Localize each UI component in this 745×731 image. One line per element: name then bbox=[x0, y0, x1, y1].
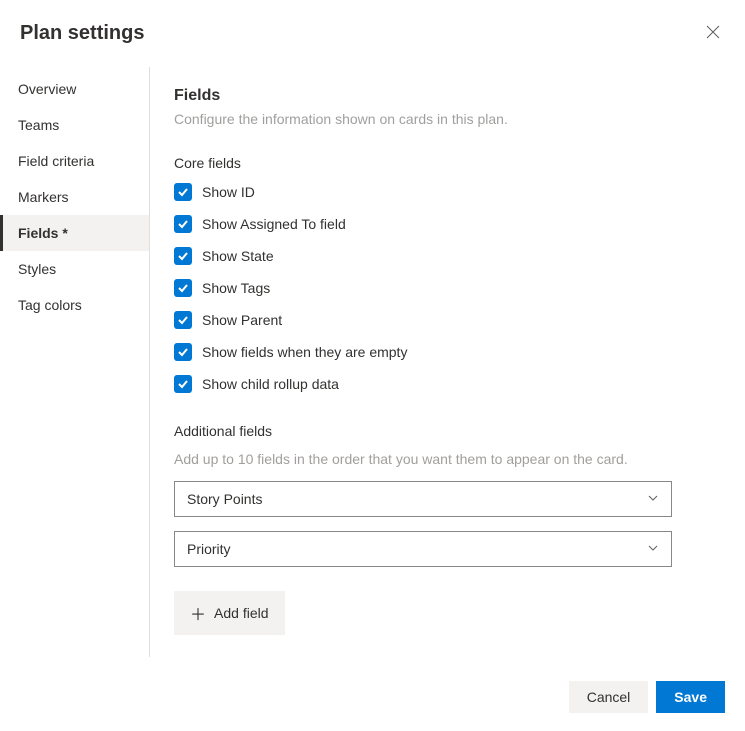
checkbox-show-assigned-to[interactable] bbox=[174, 215, 192, 233]
core-fields-title: Core fields bbox=[174, 155, 721, 171]
checkbox-show-id[interactable] bbox=[174, 183, 192, 201]
chevron-down-icon bbox=[647, 541, 659, 557]
additional-fields-desc: Add up to 10 fields in the order that yo… bbox=[174, 451, 721, 467]
section-title: Fields bbox=[174, 87, 721, 105]
sidebar-item-teams[interactable]: Teams bbox=[0, 107, 149, 143]
check-icon bbox=[177, 282, 189, 294]
check-icon bbox=[177, 250, 189, 262]
checkbox-label: Show Tags bbox=[202, 280, 270, 296]
add-field-button[interactable]: ＋ Add field bbox=[174, 591, 285, 635]
field-select-value: Story Points bbox=[187, 491, 262, 507]
sidebar-item-markers[interactable]: Markers bbox=[0, 179, 149, 215]
add-field-label: Add field bbox=[214, 605, 268, 621]
close-button[interactable] bbox=[701, 20, 725, 47]
check-icon bbox=[177, 186, 189, 198]
sidebar-item-fields[interactable]: Fields * bbox=[0, 215, 149, 251]
field-select-priority[interactable]: Priority bbox=[174, 531, 672, 567]
page-title: Plan settings bbox=[20, 22, 144, 45]
sidebar-item-tag-colors[interactable]: Tag colors bbox=[0, 287, 149, 323]
checkbox-show-child-rollup[interactable] bbox=[174, 375, 192, 393]
sidebar: Overview Teams Field criteria Markers Fi… bbox=[0, 67, 150, 657]
checkbox-show-state[interactable] bbox=[174, 247, 192, 265]
main-panel: Fields Configure the information shown o… bbox=[150, 67, 745, 657]
check-icon bbox=[177, 218, 189, 230]
checkbox-show-parent[interactable] bbox=[174, 311, 192, 329]
sidebar-item-styles[interactable]: Styles bbox=[0, 251, 149, 287]
plus-icon: ＋ bbox=[190, 601, 206, 625]
close-icon bbox=[705, 24, 721, 40]
checkbox-label: Show Parent bbox=[202, 312, 282, 328]
section-description: Configure the information shown on cards… bbox=[174, 111, 721, 127]
checkbox-label: Show child rollup data bbox=[202, 376, 339, 392]
checkbox-label: Show ID bbox=[202, 184, 255, 200]
checkbox-label: Show fields when they are empty bbox=[202, 344, 407, 360]
sidebar-item-overview[interactable]: Overview bbox=[0, 71, 149, 107]
save-button[interactable]: Save bbox=[656, 681, 725, 713]
checkbox-label: Show Assigned To field bbox=[202, 216, 346, 232]
checkbox-show-tags[interactable] bbox=[174, 279, 192, 297]
additional-fields-title: Additional fields bbox=[174, 423, 721, 439]
chevron-down-icon bbox=[647, 491, 659, 507]
field-select-value: Priority bbox=[187, 541, 231, 557]
check-icon bbox=[177, 346, 189, 358]
sidebar-item-field-criteria[interactable]: Field criteria bbox=[0, 143, 149, 179]
checkbox-show-empty-fields[interactable] bbox=[174, 343, 192, 361]
cancel-button[interactable]: Cancel bbox=[569, 681, 649, 713]
check-icon bbox=[177, 378, 189, 390]
check-icon bbox=[177, 314, 189, 326]
checkbox-label: Show State bbox=[202, 248, 274, 264]
field-select-story-points[interactable]: Story Points bbox=[174, 481, 672, 517]
